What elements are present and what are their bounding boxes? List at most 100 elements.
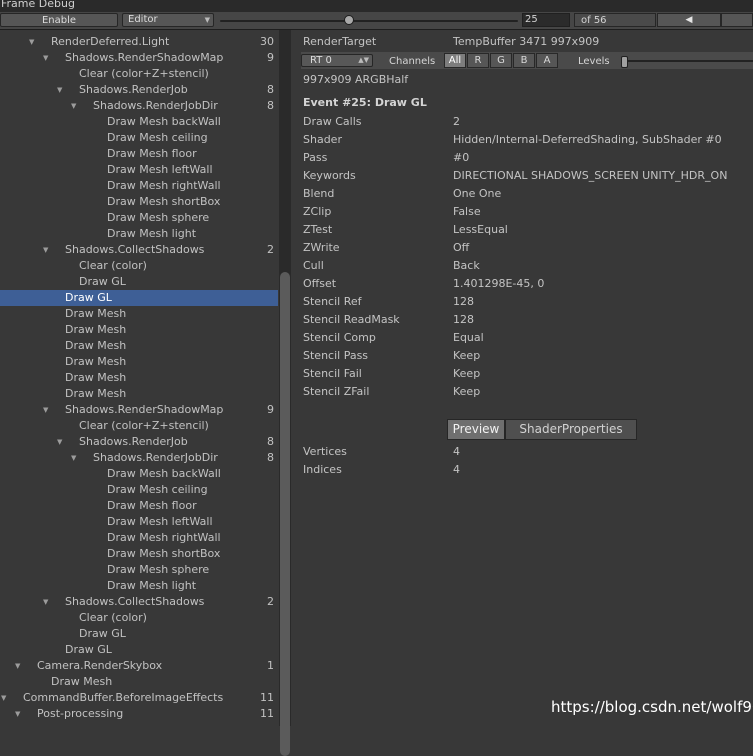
tree-row[interactable]: ▼ Shadows.RenderShadowMap 9 [0, 50, 278, 66]
tree-row[interactable]: ▼ CommandBuffer.BeforeImageEffects 11 [0, 690, 278, 706]
tab-preview[interactable]: Preview [447, 419, 505, 440]
tree-row[interactable]: Draw Mesh ceiling [0, 482, 278, 498]
tree-row[interactable]: Draw Mesh floor [0, 146, 278, 162]
tree-row[interactable]: Draw Mesh sphere [0, 210, 278, 226]
window-title-tab[interactable]: Frame Debug [0, 0, 83, 11]
tree-row[interactable]: ▼ Post-processing 11 [0, 706, 278, 722]
channel-button-g[interactable]: G [490, 53, 512, 68]
levels-slider[interactable] [621, 56, 753, 68]
tree-row[interactable]: Draw Mesh leftWall [0, 162, 278, 178]
expand-arrow-icon[interactable]: ▼ [15, 658, 20, 674]
frame-slider-knob[interactable] [344, 15, 354, 25]
render-target-label: RenderTarget [303, 35, 377, 48]
tree-row[interactable]: ▼ Shadows.CollectShadows 2 [0, 242, 278, 258]
frame-slider[interactable] [220, 15, 518, 25]
expand-arrow-icon[interactable]: ▼ [29, 34, 34, 50]
tree-scrollbar[interactable] [279, 30, 291, 756]
tree-row[interactable]: Draw Mesh [0, 674, 278, 690]
property-key: Stencil Comp [303, 331, 376, 344]
tree-row[interactable]: Draw Mesh rightWall [0, 530, 278, 546]
tree-row[interactable]: Draw Mesh [0, 386, 278, 402]
channel-button-b[interactable]: B [513, 53, 535, 68]
expand-arrow-icon[interactable]: ▼ [71, 98, 76, 114]
tree-row[interactable]: Draw GL [0, 642, 278, 658]
tree-row[interactable]: Draw Mesh [0, 322, 278, 338]
updown-arrow-icon: ▲▼ [358, 56, 369, 64]
expand-arrow-icon[interactable]: ▼ [57, 434, 62, 450]
tree-row[interactable]: Draw Mesh [0, 370, 278, 386]
expand-arrow-icon[interactable]: ▼ [57, 82, 62, 98]
target-dropdown[interactable]: Editor ▼ [122, 13, 214, 27]
tree-row-count: 8 [267, 83, 274, 96]
tree-row[interactable]: Draw Mesh shortBox [0, 194, 278, 210]
tree-row[interactable]: ▼ Shadows.RenderJobDir 8 [0, 450, 278, 466]
channel-button-r[interactable]: R [467, 53, 489, 68]
tree-row[interactable]: ▼ Shadows.RenderJob 8 [0, 434, 278, 450]
channel-button-a[interactable]: A [536, 53, 558, 68]
preview-value: 4 [453, 463, 460, 476]
tree-row-label: Draw Mesh backWall [107, 467, 221, 480]
channel-button-all[interactable]: All [444, 53, 466, 68]
tree-row[interactable]: Draw GL [0, 290, 278, 306]
property-value: 2 [453, 115, 460, 128]
tree-row[interactable]: Draw Mesh backWall [0, 466, 278, 482]
tree-row[interactable]: Draw Mesh backWall [0, 114, 278, 130]
property-key: Cull [303, 259, 324, 272]
tree-row-count: 11 [260, 707, 274, 720]
tree-row-label: Draw Mesh [65, 307, 127, 320]
tree-row-label: Draw Mesh backWall [107, 115, 221, 128]
expand-arrow-icon[interactable]: ▼ [43, 594, 48, 610]
tree-row-label: Draw Mesh floor [107, 499, 197, 512]
tree-row[interactable]: Clear (color) [0, 258, 278, 274]
previous-frame-button[interactable]: ◀ [657, 13, 721, 27]
expand-arrow-icon[interactable]: ▼ [43, 50, 48, 66]
tree-row[interactable]: Draw Mesh floor [0, 498, 278, 514]
tree-row[interactable]: ▼ Camera.RenderSkybox 1 [0, 658, 278, 674]
property-value: Equal [453, 331, 484, 344]
expand-arrow-icon[interactable]: ▼ [15, 706, 20, 722]
event-title: Event #25: Draw GL [303, 96, 427, 109]
frame-number-field[interactable]: 25 [522, 13, 570, 27]
tree-scrollbar-thumb[interactable] [280, 272, 290, 756]
tree-row[interactable]: Draw Mesh sphere [0, 562, 278, 578]
expand-arrow-icon[interactable]: ▼ [43, 402, 48, 418]
tree-row[interactable]: Draw Mesh [0, 306, 278, 322]
tree-row[interactable]: Draw GL [0, 626, 278, 642]
render-target-select[interactable]: RT 0 ▲▼ [301, 54, 373, 67]
tree-row-label: Shadows.RenderShadowMap [65, 51, 224, 64]
tree-row[interactable]: Clear (color) [0, 610, 278, 626]
enable-button[interactable]: Enable [0, 13, 118, 27]
tree-row[interactable]: Draw Mesh [0, 338, 278, 354]
property-key: Stencil Ref [303, 295, 362, 308]
tree-row[interactable]: Clear (color+Z+stencil) [0, 418, 278, 434]
tree-row[interactable]: Draw Mesh rightWall [0, 178, 278, 194]
tree-row[interactable]: Draw Mesh leftWall [0, 514, 278, 530]
tab-shader-properties[interactable]: ShaderProperties [505, 419, 637, 440]
tree-row[interactable]: ▼ Shadows.RenderShadowMap 9 [0, 402, 278, 418]
expand-arrow-icon[interactable]: ▼ [1, 690, 6, 706]
next-frame-button[interactable] [721, 13, 753, 27]
tree-row[interactable]: ▼ Shadows.CollectShadows 2 [0, 594, 278, 610]
tree-row[interactable]: Draw Mesh shortBox [0, 546, 278, 562]
tree-row-count: 11 [260, 691, 274, 704]
tree-row[interactable]: ▼ Shadows.RenderJob 8 [0, 82, 278, 98]
property-value: DIRECTIONAL SHADOWS_SCREEN UNITY_HDR_ON [453, 169, 728, 182]
tree-row[interactable]: Clear (color+Z+stencil) [0, 66, 278, 82]
tree-row[interactable]: Draw Mesh light [0, 578, 278, 594]
tree-row[interactable]: ▼ RenderDeferred.Light 30 [0, 34, 278, 50]
tree-row[interactable]: Draw GL [0, 274, 278, 290]
tree-row[interactable]: Draw Mesh light [0, 226, 278, 242]
tree-row-count: 9 [267, 51, 274, 64]
tree-row-count: 1 [267, 659, 274, 672]
levels-slider-knob[interactable] [621, 56, 628, 68]
expand-arrow-icon[interactable]: ▼ [43, 242, 48, 258]
expand-arrow-icon[interactable]: ▼ [71, 450, 76, 466]
tree-row-label: Clear (color+Z+stencil) [79, 67, 209, 80]
tree-row[interactable]: Draw Mesh [0, 354, 278, 370]
property-value: #0 [453, 151, 470, 164]
tree-row[interactable]: Draw Mesh ceiling [0, 130, 278, 146]
tree-row[interactable]: ▼ Shadows.RenderJobDir 8 [0, 98, 278, 114]
property-key: Shader [303, 133, 342, 146]
property-value: LessEqual [453, 223, 508, 236]
property-value: Keep [453, 367, 481, 380]
